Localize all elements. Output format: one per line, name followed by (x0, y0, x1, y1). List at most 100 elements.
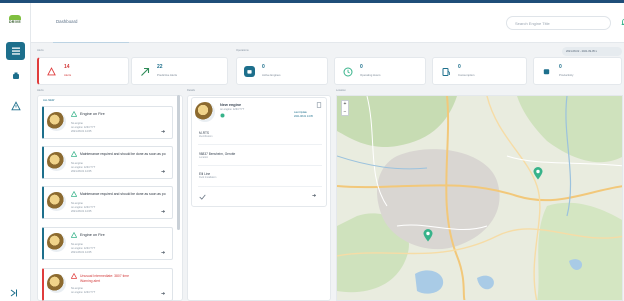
stat-predictive-value: 22 (157, 64, 163, 70)
alert-date: 2021-08-01 14:05 (71, 251, 92, 254)
stat-active-value: 0 (262, 64, 265, 70)
zoom-in-button[interactable]: + (342, 101, 348, 109)
alert-list-section-label: Alerts (37, 89, 44, 92)
map-zoom-control: + − (341, 100, 349, 116)
alert-date: 2021-08-01 14:05 (71, 130, 92, 133)
engine-thumbnail (47, 233, 66, 252)
date-range-select[interactable]: 2021-08-02 - 2021-09-05 ▾ (562, 47, 622, 56)
stat-consumption-label: Consumption (458, 73, 475, 77)
alert-engine: No engine (71, 243, 83, 246)
breadcrumb-underline (53, 42, 129, 43)
stat-hours-value: 0 (360, 64, 363, 70)
alert-title-line2: Warning alert (80, 279, 101, 283)
engine-thumbnail (195, 102, 215, 122)
date-range-label: 2021-08-02 - 2021-09-05 ▾ (566, 49, 597, 53)
alert-item[interactable]: Engine on Fire No engine on engine: 1234… (42, 227, 173, 260)
alert-list-scrollbar[interactable] (177, 95, 180, 230)
engine-location-pin-icon[interactable] (423, 229, 433, 242)
engine-name: New engine (220, 103, 242, 107)
engine-thumbnail (47, 192, 66, 211)
alert-date: 2021-08-01 14:05 (71, 170, 92, 173)
engine-location-pin-icon[interactable] (533, 167, 543, 180)
alert-list-filter[interactable]: ALL NEW (43, 99, 54, 102)
stat-active-engines[interactable]: 0 Active Engines (236, 57, 328, 85)
bell-icon[interactable] (620, 17, 624, 27)
search-placeholder: Search Engine Title (515, 21, 550, 26)
stat-operating-hours[interactable]: 0 Operating Hours (334, 57, 426, 85)
alert-item[interactable]: Unusual Intermediate: 3807 time Warning … (42, 268, 173, 301)
trend-arrow-icon (139, 66, 150, 77)
stat-consumption[interactable]: 0 Consumption (432, 57, 527, 85)
stat-productivity-label: Productivity (559, 73, 574, 77)
alert-engine: No engine (71, 162, 83, 165)
alert-engine-id: on engine: 1234 TYT (71, 247, 96, 250)
engine-icon (12, 72, 19, 79)
engine-detail-card: New engine on engine: 1234 TYT Last Upda… (191, 97, 327, 207)
open-alert-arrow-icon[interactable]: ➜ (161, 169, 165, 175)
divider (198, 186, 322, 187)
alert-title: Engine on Fire (80, 112, 105, 116)
last-update-label: Last Update (294, 111, 307, 114)
alert-item[interactable]: Maintenance required and should be done … (42, 146, 173, 179)
details-section-label: Details (187, 89, 195, 92)
field-caption: Field Installation (199, 176, 217, 179)
warning-triangle-icon (10, 101, 21, 111)
productivity-icon (541, 66, 552, 77)
sidebar: DRIVE (0, 3, 31, 301)
alert-title: Maintenance required and should be done … (80, 192, 166, 196)
stat-predictive-alerts[interactable]: 22 Predictive Alerts (131, 57, 228, 85)
field-caption: Location (199, 156, 209, 159)
alert-item[interactable]: Engine on Fire No engine on engine: 1234… (42, 106, 173, 139)
field-caption: Identification (199, 135, 213, 138)
alert-date: 2021-08-01 14:05 (71, 210, 92, 213)
alert-engine: No engine (71, 202, 83, 205)
list-icon (11, 47, 20, 55)
stat-alerts-value: 14 (64, 64, 70, 70)
expand-sidebar-icon[interactable] (9, 288, 19, 298)
open-alert-arrow-icon[interactable]: ➜ (161, 291, 165, 297)
warning-icon (71, 151, 77, 157)
open-engine-arrow-icon[interactable]: ➜ (312, 193, 316, 199)
divider (198, 165, 322, 166)
open-alert-arrow-icon[interactable]: ➜ (161, 209, 165, 215)
detail-field-identification: M-RTS Identification (199, 131, 212, 138)
engines-nav-button[interactable] (6, 67, 25, 85)
alert-engine-id: on engine: 1234 TYT (71, 206, 96, 209)
alert-engine: No engine (71, 287, 83, 290)
alerts-nav-button[interactable] (6, 97, 25, 115)
engine-thumbnail (47, 112, 66, 131)
warning-icon (71, 191, 77, 197)
engine-id: on engine: 1234 TYT (220, 108, 245, 111)
alert-title: Maintenance required and should be done … (80, 152, 166, 156)
detail-field-location: 98837 Bensheim, Gerotte Location (199, 152, 235, 159)
warning-icon (46, 66, 57, 77)
alert-engine-id: on engine: 1234 TYT (71, 126, 96, 129)
alerts-section-label: Alerts (37, 49, 44, 52)
open-alert-arrow-icon[interactable]: ➜ (161, 250, 165, 256)
document-icon[interactable] (316, 102, 322, 108)
warning-icon (71, 232, 77, 238)
map-tiles[interactable] (337, 96, 623, 301)
app-logo[interactable]: DRIVE (4, 15, 26, 24)
open-alert-arrow-icon[interactable]: ➜ (161, 129, 165, 135)
zoom-out-button[interactable]: − (342, 109, 348, 117)
stat-productivity[interactable]: 0 Productivity (533, 57, 622, 85)
alert-item[interactable]: Maintenance required and should be done … (42, 186, 173, 219)
search-input[interactable]: Search Engine Title (506, 16, 611, 30)
fuel-icon (440, 66, 451, 77)
stat-productivity-value: 0 (559, 64, 562, 70)
engine-icon (244, 66, 255, 77)
stat-consumption-value: 0 (458, 64, 461, 70)
stat-active-label: Active Engines (262, 73, 281, 77)
stat-alerts[interactable]: 14 Alerts (37, 57, 129, 85)
breadcrumb[interactable]: Dashboard (56, 19, 77, 24)
checkmark-icon[interactable] (199, 194, 206, 200)
map-view[interactable]: + − (336, 95, 623, 301)
operations-section-label: Operations (236, 49, 249, 52)
alert-title: Engine on Fire (80, 233, 105, 237)
dashboard-nav-button[interactable] (6, 42, 25, 60)
clock-icon (342, 66, 353, 77)
alert-engine: No engine (71, 122, 83, 125)
divider (198, 144, 322, 145)
stat-hours-label: Operating Hours (360, 73, 381, 77)
